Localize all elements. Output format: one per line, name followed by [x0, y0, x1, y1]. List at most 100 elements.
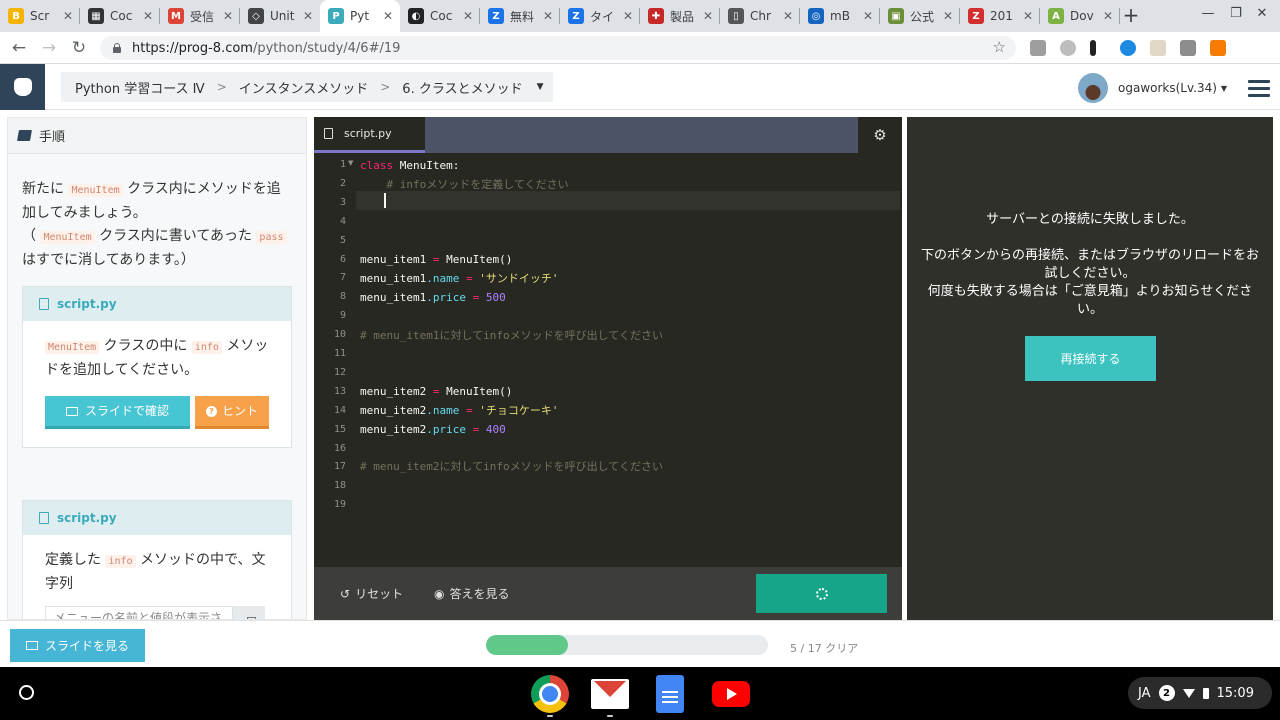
breadcrumb-course[interactable]: Python 学習コース Ⅳ	[75, 78, 205, 97]
address-bar[interactable]: https://prog-8.com/python/study/4/6#/19 …	[100, 36, 1016, 60]
reconnect-button[interactable]: 再接続する	[1025, 336, 1156, 381]
user-menu[interactable]: ogaworks(Lv.34) ▼	[1078, 73, 1227, 103]
copy-button[interactable]	[233, 606, 265, 619]
forward-icon[interactable]: →	[38, 37, 60, 59]
running-indicator	[607, 715, 613, 717]
view-slides-button[interactable]: スライドを見る	[10, 629, 145, 662]
restore-button[interactable]: ❐	[1226, 6, 1246, 21]
app-header: Python 学習コース Ⅳ > インスタンスメソッド > 6. クラスとメソッ…	[0, 64, 1280, 110]
close-tab-icon[interactable]: ✕	[540, 9, 556, 23]
check-extension-icon[interactable]	[1180, 40, 1196, 56]
close-window-button[interactable]: ✕	[1252, 6, 1272, 21]
browser-tab[interactable]: ▯ Chr ✕	[720, 0, 800, 32]
gmail-app-icon[interactable]	[591, 679, 629, 709]
cursor-extension-icon[interactable]	[1090, 40, 1096, 56]
status-tray[interactable]: JA 2 15:09	[1128, 677, 1272, 709]
browser-tab[interactable]: ◎ mB ✕	[800, 0, 880, 32]
browser-tab[interactable]: ◇ Unit ✕	[240, 0, 320, 32]
show-answer-label: 答えを見る	[449, 587, 510, 601]
new-tab-button[interactable]: +	[1120, 4, 1142, 26]
close-tab-icon[interactable]: ✕	[300, 9, 316, 23]
tab-title: 201	[990, 9, 1013, 23]
avatar[interactable]	[1078, 73, 1108, 103]
browser-tab[interactable]: P Pyt ✕	[320, 0, 400, 32]
code-area[interactable]: class MenuItem: # infoメソッドを定義してください menu…	[360, 155, 900, 565]
tab-title: Coc	[110, 9, 133, 23]
notes-extension-icon[interactable]	[1150, 40, 1166, 56]
close-tab-icon[interactable]: ✕	[620, 9, 636, 23]
caret-down-icon[interactable]: ▼	[1221, 84, 1227, 93]
code-line: # menu_item1に対してinfoメソッドを呼び出してください	[360, 329, 663, 342]
close-tab-icon[interactable]: ✕	[60, 9, 76, 23]
breadcrumb: Python 学習コース Ⅳ > インスタンスメソッド > 6. クラスとメソッ…	[61, 72, 553, 102]
docs-app-icon[interactable]	[656, 675, 684, 713]
card-body: MenuItem クラスの中に info メソッドを追加してください。 スライド…	[23, 321, 291, 447]
reload-icon[interactable]: ↻	[68, 37, 90, 59]
bookmark-star-icon[interactable]: ☆	[993, 38, 1006, 56]
progress-bar	[486, 635, 768, 655]
editor-tab-bar: script.py ⚙	[314, 117, 902, 153]
close-tab-icon[interactable]: ✕	[220, 9, 236, 23]
chrome-app-icon[interactable]	[531, 675, 569, 713]
close-tab-icon[interactable]: ✕	[1100, 9, 1116, 23]
gear-extension-icon[interactable]	[1060, 40, 1076, 56]
lesson-footer: スライドを見る 5 / 17 クリア	[0, 620, 1280, 667]
fold-arrow-icon[interactable]: ▼	[348, 159, 353, 167]
close-tab-icon[interactable]: ✕	[380, 9, 396, 23]
reset-button[interactable]: ↺ リセット	[340, 585, 403, 602]
caret-down-icon[interactable]: ▼	[537, 82, 544, 92]
chevron-right-icon: >	[216, 80, 227, 94]
launcher-icon[interactable]	[19, 685, 34, 700]
close-tab-icon[interactable]: ✕	[940, 9, 956, 23]
translate-extension-icon[interactable]	[1120, 40, 1136, 56]
username[interactable]: ogaworks(Lv.34)	[1118, 81, 1217, 95]
close-tab-icon[interactable]: ✕	[700, 9, 716, 23]
submit-button[interactable]	[756, 574, 887, 613]
hamburger-menu-icon[interactable]	[1248, 80, 1270, 97]
instruction-panel[interactable]: 手順 新たに MenuItem クラス内にメソッドを追加してみましょう。 （ M…	[7, 117, 307, 620]
view-slide-button[interactable]: スライドで確認	[45, 396, 190, 429]
browser-tab[interactable]: M 受信 ✕	[160, 0, 240, 32]
progress-fill	[486, 635, 568, 655]
breadcrumb-chapter[interactable]: インスタンスメソッド	[239, 78, 368, 97]
gear-icon[interactable]: ⚙	[858, 117, 902, 153]
browser-tab[interactable]: B Scr ✕	[0, 0, 80, 32]
analytics-extension-icon[interactable]	[1210, 40, 1226, 56]
close-tab-icon[interactable]: ✕	[860, 9, 876, 23]
close-tab-icon[interactable]: ✕	[460, 9, 476, 23]
hint-button[interactable]: ? ヒント	[195, 396, 269, 429]
editor-file-tab[interactable]: script.py	[314, 117, 425, 153]
line-number: 3	[339, 196, 346, 208]
line-number: 13	[333, 385, 346, 397]
close-tab-icon[interactable]: ✕	[1020, 9, 1036, 23]
browser-tab[interactable]: ◐ Coc ✕	[400, 0, 480, 32]
youtube-app-icon[interactable]	[712, 681, 750, 707]
browser-tab[interactable]: Z タイ ✕	[560, 0, 640, 32]
line-number: 1	[339, 159, 346, 170]
show-answer-button[interactable]: ◉ 答えを見る	[434, 585, 510, 602]
browser-tab[interactable]: ▦ Coc ✕	[80, 0, 160, 32]
browser-tab[interactable]: A Dov ✕	[1040, 0, 1120, 32]
tab-title: Unit	[270, 9, 295, 23]
browser-tab[interactable]: ✚ 製品 ✕	[640, 0, 720, 32]
favicon-icon: B	[8, 8, 24, 24]
code-editor[interactable]: script.py ⚙ ▼ 1 2 3 4 5 6 7 8 9 10 11 12 13 14 15 16 17 1…	[314, 117, 902, 620]
progate-logo[interactable]	[0, 64, 45, 110]
close-tab-icon[interactable]: ✕	[140, 9, 156, 23]
browser-tab[interactable]: Z 201 ✕	[960, 0, 1040, 32]
favicon-icon: Z	[488, 8, 504, 24]
browser-tab[interactable]: ▣ 公式 ✕	[880, 0, 960, 32]
line-number: 16	[333, 442, 346, 454]
favicon-icon: ◇	[248, 8, 264, 24]
minimize-button[interactable]: —	[1198, 6, 1218, 21]
tab-title: Pyt	[350, 9, 370, 23]
breadcrumb-lesson[interactable]: 6. クラスとメソッド	[402, 78, 522, 97]
line-number: 8	[339, 291, 346, 303]
question-icon: ?	[205, 405, 217, 417]
snippet-text[interactable]: メニューの名前と値段が表示されます	[45, 606, 233, 619]
camera-extension-icon[interactable]	[1030, 40, 1046, 56]
back-icon[interactable]: ←	[8, 37, 30, 59]
wifi-icon	[1182, 688, 1195, 698]
close-tab-icon[interactable]: ✕	[780, 9, 796, 23]
browser-tab[interactable]: Z 無料 ✕	[480, 0, 560, 32]
